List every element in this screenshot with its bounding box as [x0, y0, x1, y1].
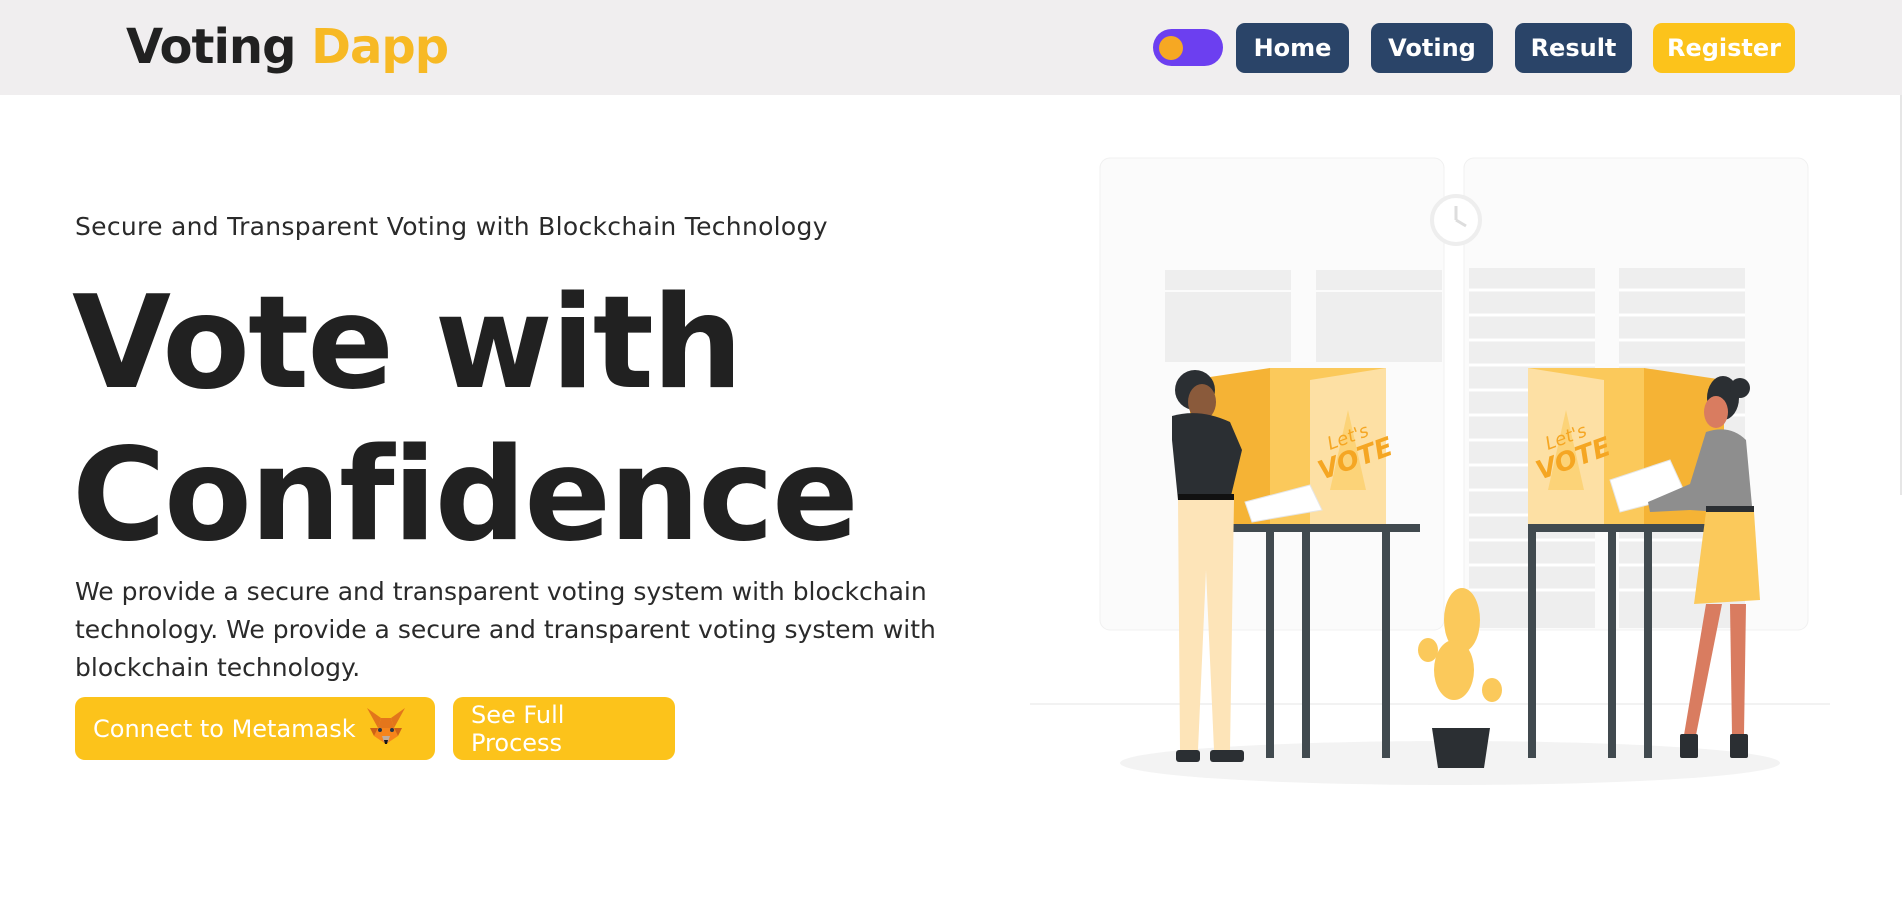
hero-subtitle: Secure and Transparent Voting with Block… — [75, 212, 828, 241]
hero-title-line1: Vote with — [72, 269, 743, 418]
nav-home-button[interactable]: Home — [1236, 23, 1349, 73]
brand-primary: Voting — [126, 19, 296, 75]
hero-title: Vote with Confidence — [72, 268, 972, 572]
hero-title-line2: Confidence — [72, 421, 859, 570]
nav-result-button[interactable]: Result — [1515, 23, 1632, 73]
nav-register-button[interactable]: Register — [1653, 23, 1795, 73]
see-full-process-button[interactable]: See Full Process — [453, 697, 675, 760]
voting-booth-illustration: Let's VOTE Let's VOTE — [1030, 150, 1890, 800]
hero-description: We provide a secure and transparent voti… — [75, 577, 936, 682]
nav-voting-button[interactable]: Voting — [1371, 23, 1493, 73]
theme-toggle[interactable] — [1153, 29, 1223, 66]
fox-icon — [364, 706, 408, 752]
connect-metamask-label: Connect to Metamask — [93, 714, 356, 743]
connect-metamask-button[interactable]: Connect to Metamask — [75, 697, 435, 760]
toggle-knob — [1159, 36, 1183, 60]
brand-accent: Dapp — [311, 19, 449, 75]
navbar: Voting Dapp Home Voting Result Register — [0, 0, 1902, 95]
brand-logo[interactable]: Voting Dapp — [126, 18, 449, 76]
